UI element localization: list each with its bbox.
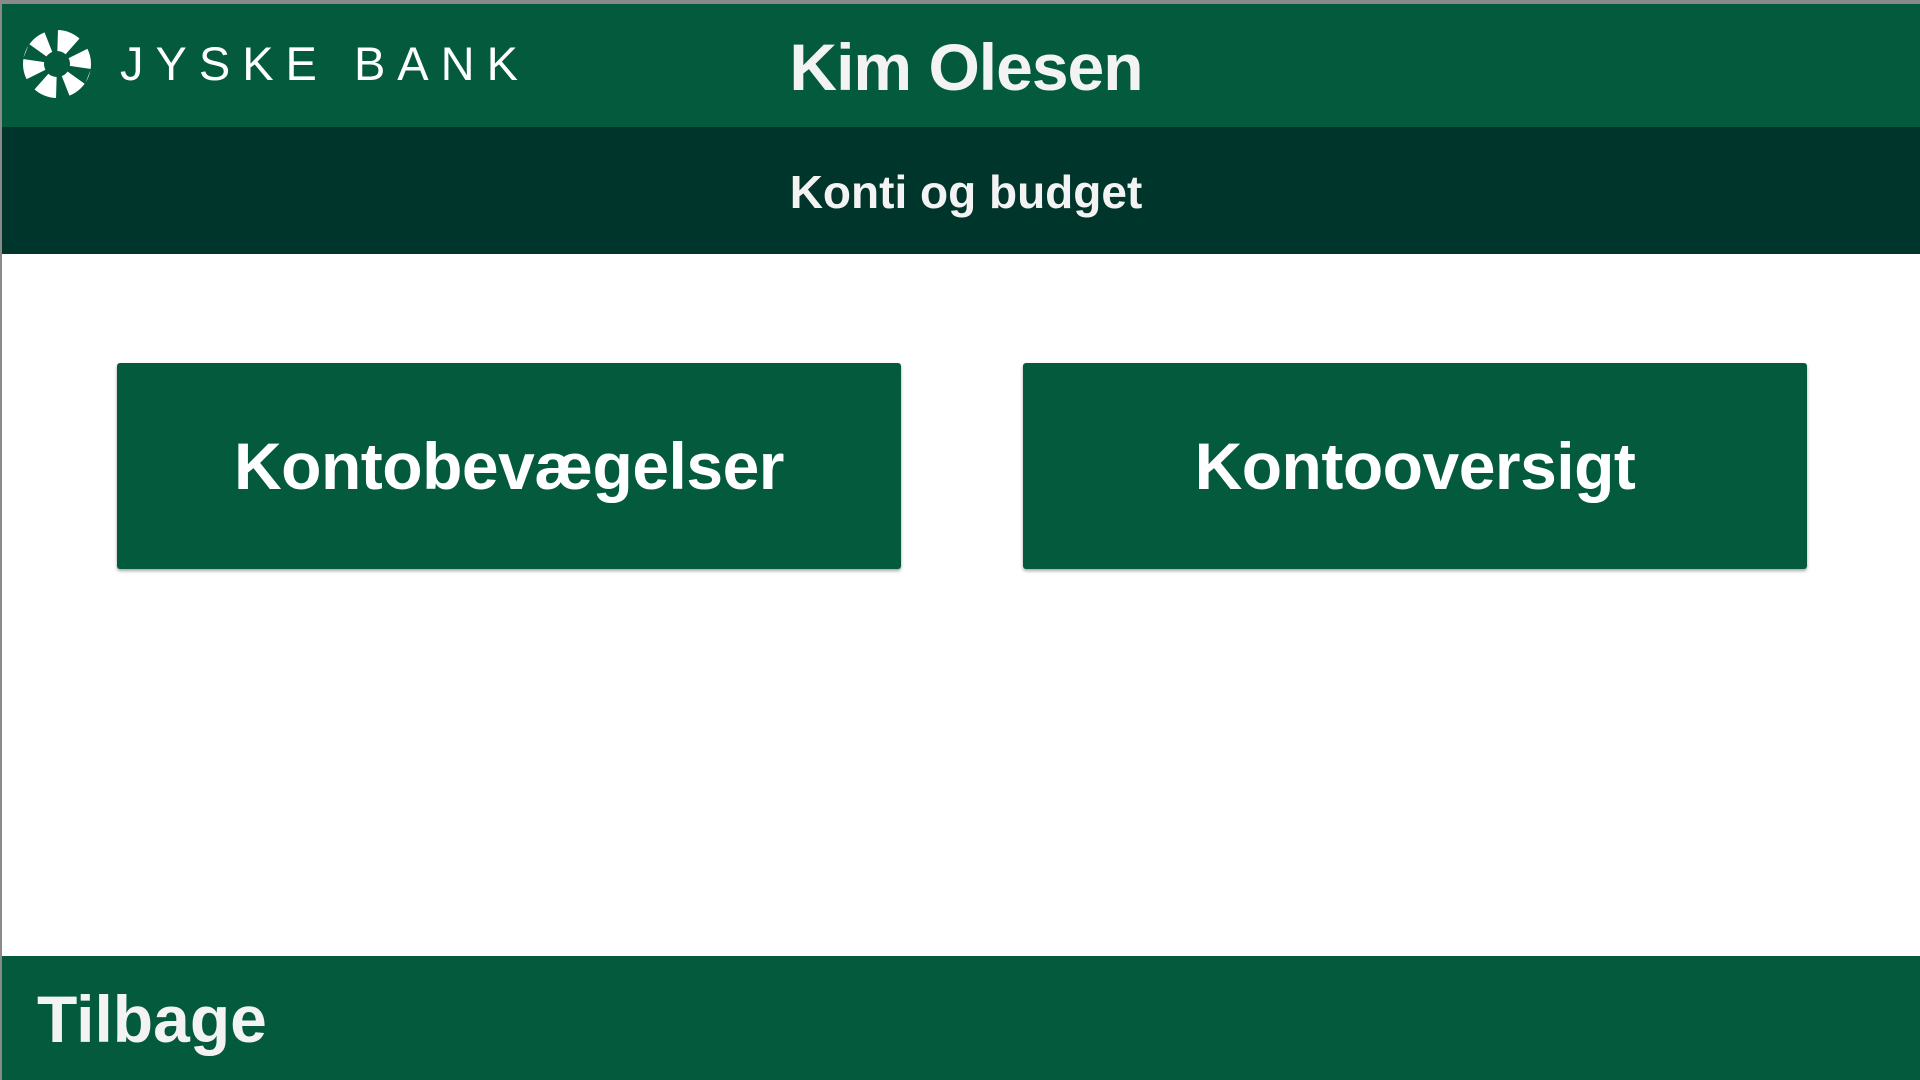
bottom-bar: Tilbage (2, 956, 1920, 1080)
account-overview-button[interactable]: Kontooversigt (1023, 363, 1807, 569)
app-screen: JYSKE BANK Kim Olesen Konti og budget Ko… (2, 4, 1920, 1080)
user-name: Kim Olesen (789, 30, 1143, 104)
back-button[interactable]: Tilbage (37, 956, 267, 1080)
main-content: Kontobevægelser Kontooversigt (2, 254, 1920, 956)
top-bar: JYSKE BANK Kim Olesen (2, 4, 1920, 127)
section-title: Konti og budget (789, 166, 1143, 218)
section-bar: Konti og budget (2, 127, 1920, 254)
account-transactions-button[interactable]: Kontobevægelser (117, 363, 901, 569)
